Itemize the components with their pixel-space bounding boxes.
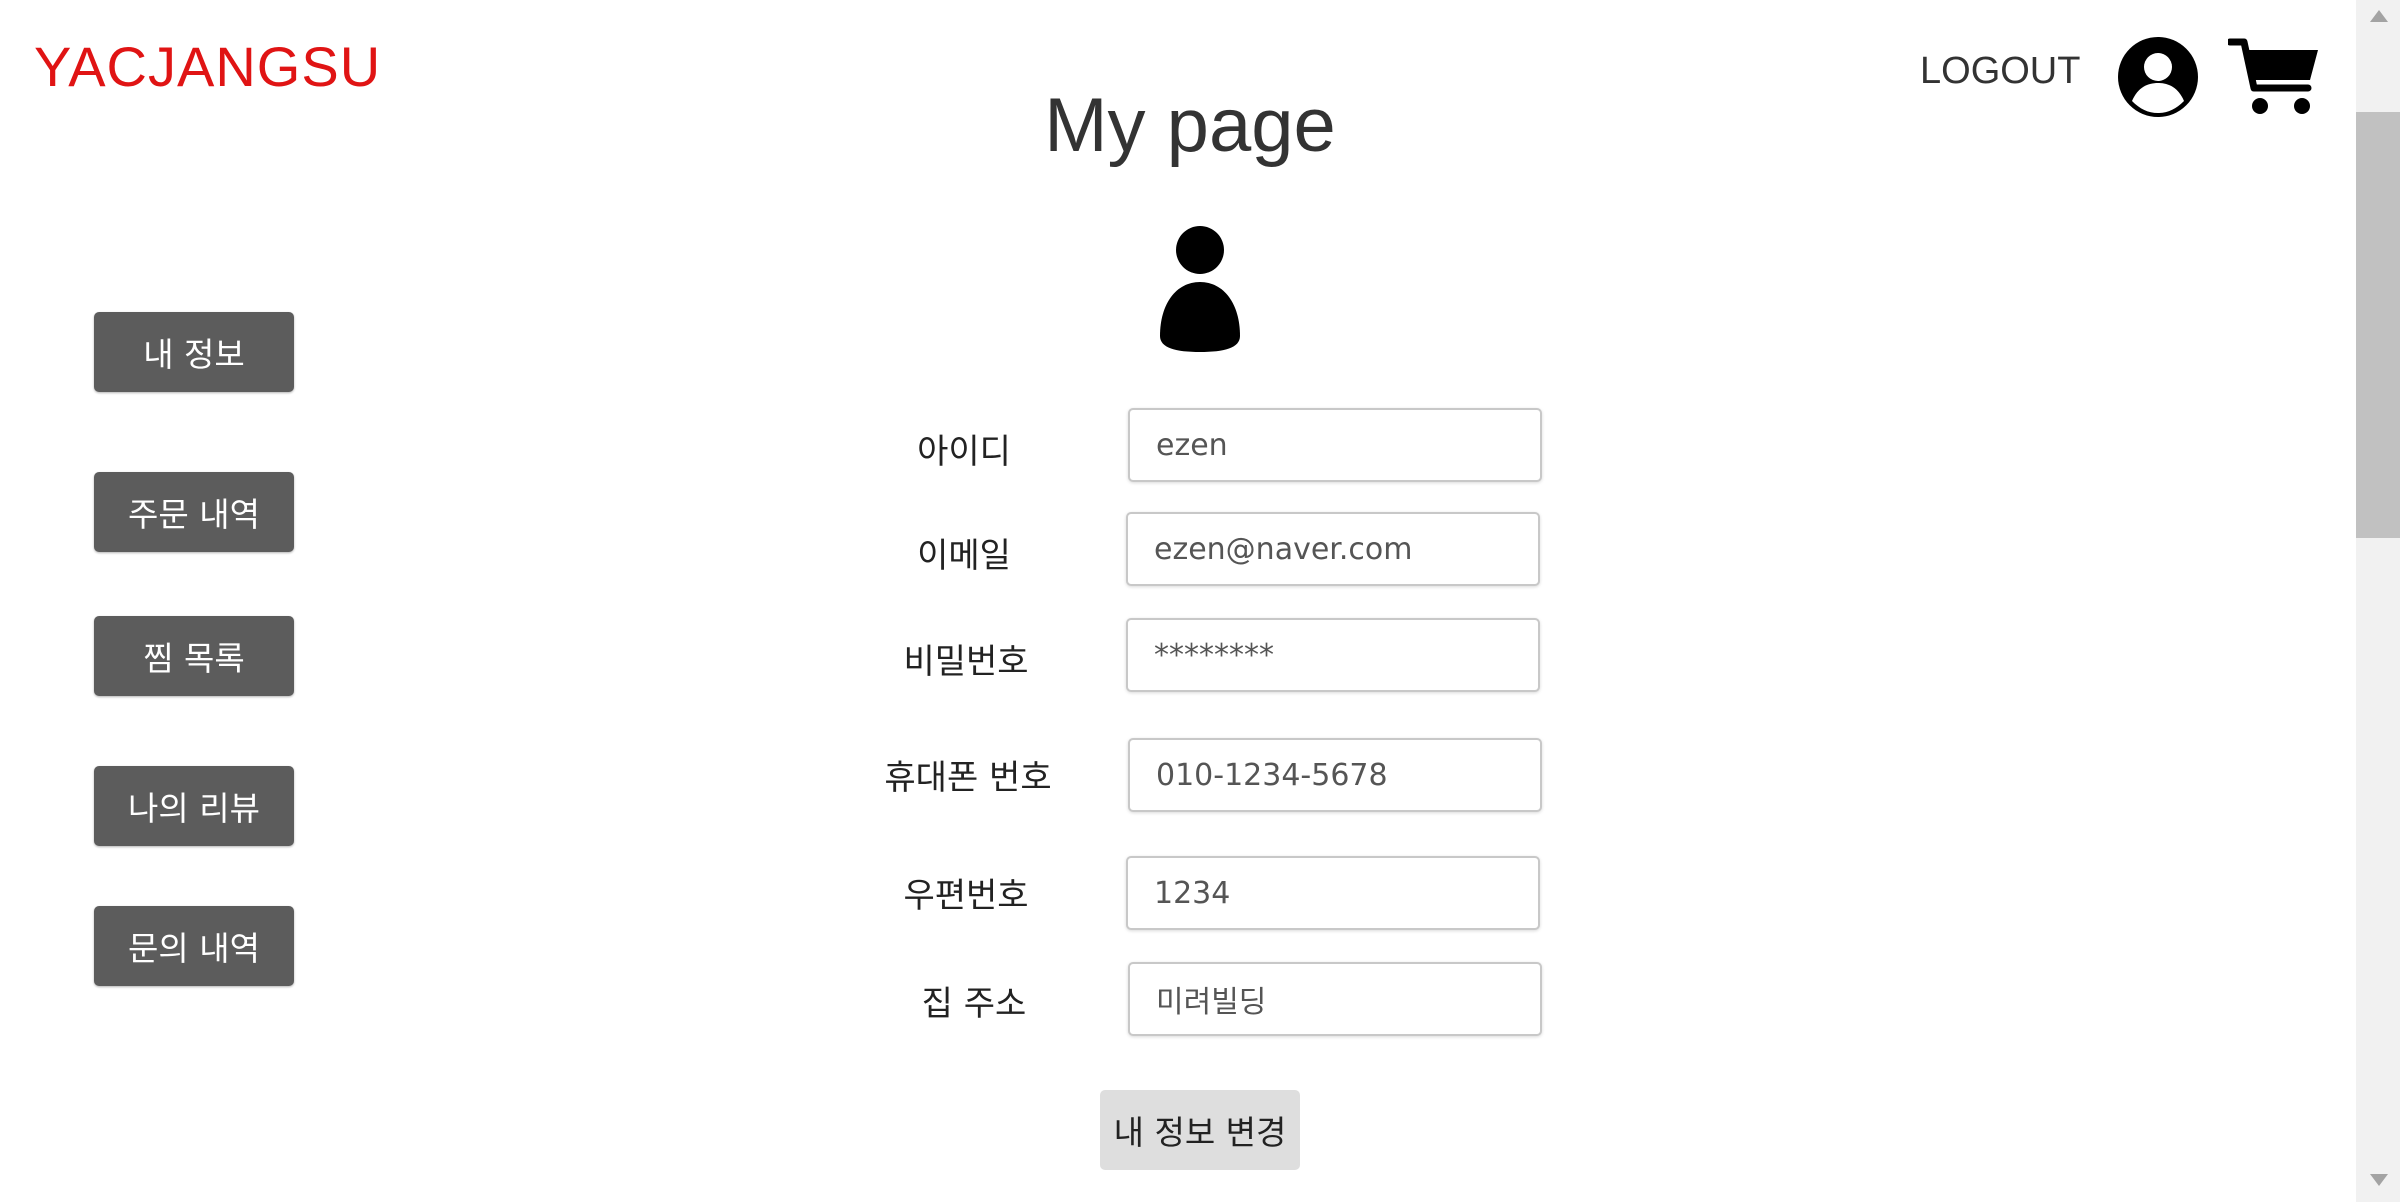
email-field[interactable]: ezen@naver.com: [1126, 512, 1540, 586]
id-field[interactable]: ezen: [1128, 408, 1542, 482]
phone-label: 휴대폰 번호: [884, 758, 1052, 798]
scroll-up-arrow-icon[interactable]: [2370, 10, 2388, 22]
update-info-button[interactable]: 내 정보 변경: [1100, 1090, 1300, 1170]
scroll-down-arrow-icon[interactable]: [2370, 1174, 2388, 1186]
page-title: My page: [1044, 83, 1336, 168]
password-field[interactable]: ********: [1126, 618, 1540, 692]
address-label: 집 주소: [921, 984, 1027, 1024]
email-label: 이메일: [917, 536, 1011, 576]
postal-code-field[interactable]: 1234: [1126, 856, 1540, 930]
profile-avatar-icon: [1160, 226, 1240, 352]
password-label: 비밀번호: [903, 642, 1029, 682]
address-field[interactable]: 미려빌딩: [1128, 962, 1542, 1036]
sidebar-item-inquiries[interactable]: 문의 내역: [94, 906, 294, 986]
phone-field[interactable]: 010-1234-5678: [1128, 738, 1542, 812]
sidebar-item-my-reviews[interactable]: 나의 리뷰: [94, 766, 294, 846]
sidebar-item-my-info[interactable]: 내 정보: [94, 312, 294, 392]
sidebar-item-order-history[interactable]: 주문 내역: [94, 472, 294, 552]
id-label: 아이디: [917, 432, 1011, 472]
scrollbar-thumb[interactable]: [2356, 112, 2400, 538]
sidebar-item-wishlist[interactable]: 찜 목록: [94, 616, 294, 696]
postal-code-label: 우편번호: [903, 876, 1029, 916]
